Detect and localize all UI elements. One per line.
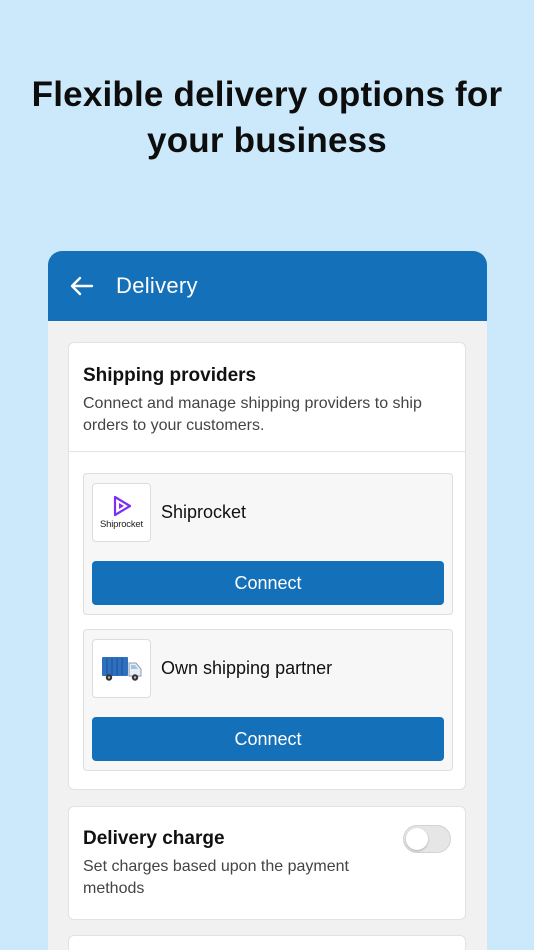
provider-own-shipping-partner: Own shipping partner Connect	[83, 629, 453, 771]
page-title: Delivery	[116, 273, 198, 298]
shiprocket-logo-text: Shiprocket	[100, 519, 143, 530]
app-preview: Delivery Shipping providers Connect and …	[48, 251, 487, 950]
provider-name: Shiprocket	[161, 502, 247, 522]
promo-headline: Flexible delivery options for your busin…	[0, 72, 534, 164]
shiprocket-logo: Shiprocket	[92, 483, 151, 542]
app-bar: Delivery	[48, 251, 487, 321]
provider-shiprocket: Shiprocket Shiprocket Connect	[83, 473, 453, 615]
shiprocket-logo-icon	[113, 495, 131, 517]
toggle-knob	[406, 828, 428, 850]
shipping-providers-subtitle: Connect and manage shipping providers to…	[83, 395, 422, 434]
shipping-providers-title: Shipping providers	[83, 365, 257, 386]
connect-own-shipping-button[interactable]: Connect	[92, 717, 444, 761]
shipping-providers-header: Shipping providers Connect and manage sh…	[69, 343, 465, 452]
delivery-charge-subtitle: Set charges based upon the payment metho…	[83, 858, 349, 897]
promo-headline-line-1: Flexible delivery options for	[31, 75, 503, 114]
screen: Flexible delivery options for your busin…	[0, 0, 534, 950]
provider-name: Own shipping partner	[161, 658, 333, 678]
connect-shiprocket-button[interactable]: Connect	[92, 561, 444, 605]
own-shipping-logo	[92, 639, 151, 698]
promo-headline-line-2: your business	[147, 121, 387, 160]
delivery-charge-card: Delivery charge Set charges based upon t…	[68, 806, 466, 920]
delivery-charge-content: Delivery charge Set charges based upon t…	[69, 807, 465, 900]
next-settings-card	[68, 935, 466, 950]
delivery-charge-title: Delivery charge	[83, 828, 225, 849]
delivery-charge-toggle[interactable]	[403, 825, 451, 853]
back-button[interactable]	[68, 272, 96, 300]
shipping-providers-card: Shipping providers Connect and manage sh…	[68, 342, 466, 790]
arrow-left-icon	[70, 276, 94, 296]
delivery-truck-icon	[101, 656, 141, 681]
